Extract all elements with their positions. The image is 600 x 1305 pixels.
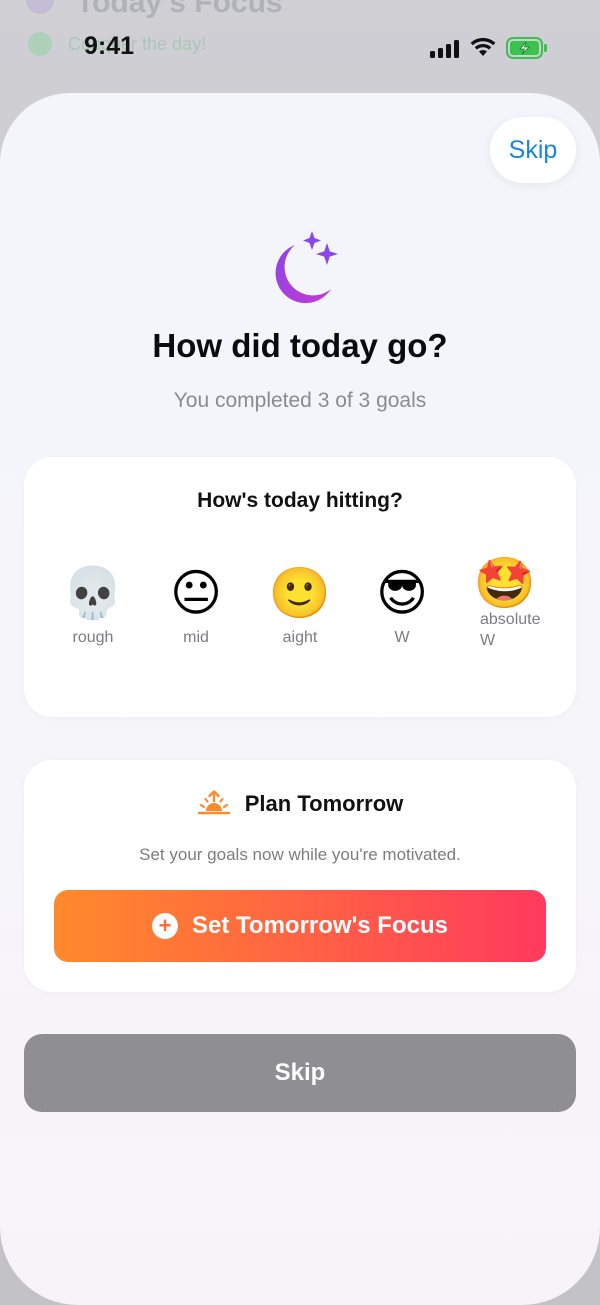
mood-label: mid bbox=[183, 629, 209, 646]
mood-option-w[interactable]: 😎 W bbox=[357, 565, 447, 647]
skip-button-top[interactable]: Skip bbox=[490, 117, 576, 183]
neutral-face-emoji-icon: 😐 bbox=[169, 565, 223, 621]
wifi-icon bbox=[470, 37, 496, 56]
plan-title: Plan Tomorrow bbox=[244, 791, 404, 816]
moon-stars-icon bbox=[275, 231, 338, 304]
mood-question: How's today hitting? bbox=[197, 489, 403, 512]
cta-label: Set Tomorrow's Focus bbox=[192, 912, 448, 939]
mood-option-rough[interactable]: 💀 rough bbox=[48, 565, 138, 647]
mood-label: absolute W bbox=[480, 611, 541, 649]
plus-circle-icon: + bbox=[152, 913, 179, 939]
signal-icon bbox=[430, 38, 459, 58]
plan-header: Plan Tomorrow bbox=[24, 790, 576, 818]
status-bar: 9:41 bbox=[0, 0, 600, 96]
set-tomorrows-focus-button[interactable]: + Set Tomorrow's Focus bbox=[54, 890, 546, 962]
sunglasses-face-emoji-icon: 😎 bbox=[375, 565, 429, 621]
battery-charging-icon bbox=[506, 37, 547, 59]
mood-card: How's today hitting? 💀 rough 😐 mid 🙂 aig… bbox=[24, 457, 576, 717]
smiling-face-emoji-icon: 🙂 bbox=[268, 565, 332, 621]
end-of-day-sheet: Skip How did today go? You completed 3 o… bbox=[0, 93, 600, 1305]
plan-subtitle: Set your goals now while you're motivate… bbox=[139, 845, 461, 864]
status-time: 9:41 bbox=[84, 32, 135, 60]
mood-label: aight bbox=[282, 629, 318, 646]
skull-emoji-icon: 💀 bbox=[61, 565, 125, 621]
page-title: How did today go? bbox=[152, 327, 448, 364]
star-struck-emoji-icon: 🤩 bbox=[473, 555, 537, 611]
mood-option-absolute-w[interactable]: 🤩 absolute W bbox=[460, 555, 550, 651]
sunrise-icon bbox=[197, 790, 230, 815]
skip-button-bottom[interactable]: Skip bbox=[24, 1034, 576, 1112]
mood-label: rough bbox=[72, 629, 114, 646]
mood-label: W bbox=[394, 629, 410, 646]
goals-summary: You completed 3 of 3 goals bbox=[173, 389, 427, 412]
mood-option-aight[interactable]: 🙂 aight bbox=[255, 565, 345, 647]
plan-tomorrow-card: Plan Tomorrow Set your goals now while y… bbox=[24, 760, 576, 992]
mood-option-mid[interactable]: 😐 mid bbox=[151, 565, 241, 647]
